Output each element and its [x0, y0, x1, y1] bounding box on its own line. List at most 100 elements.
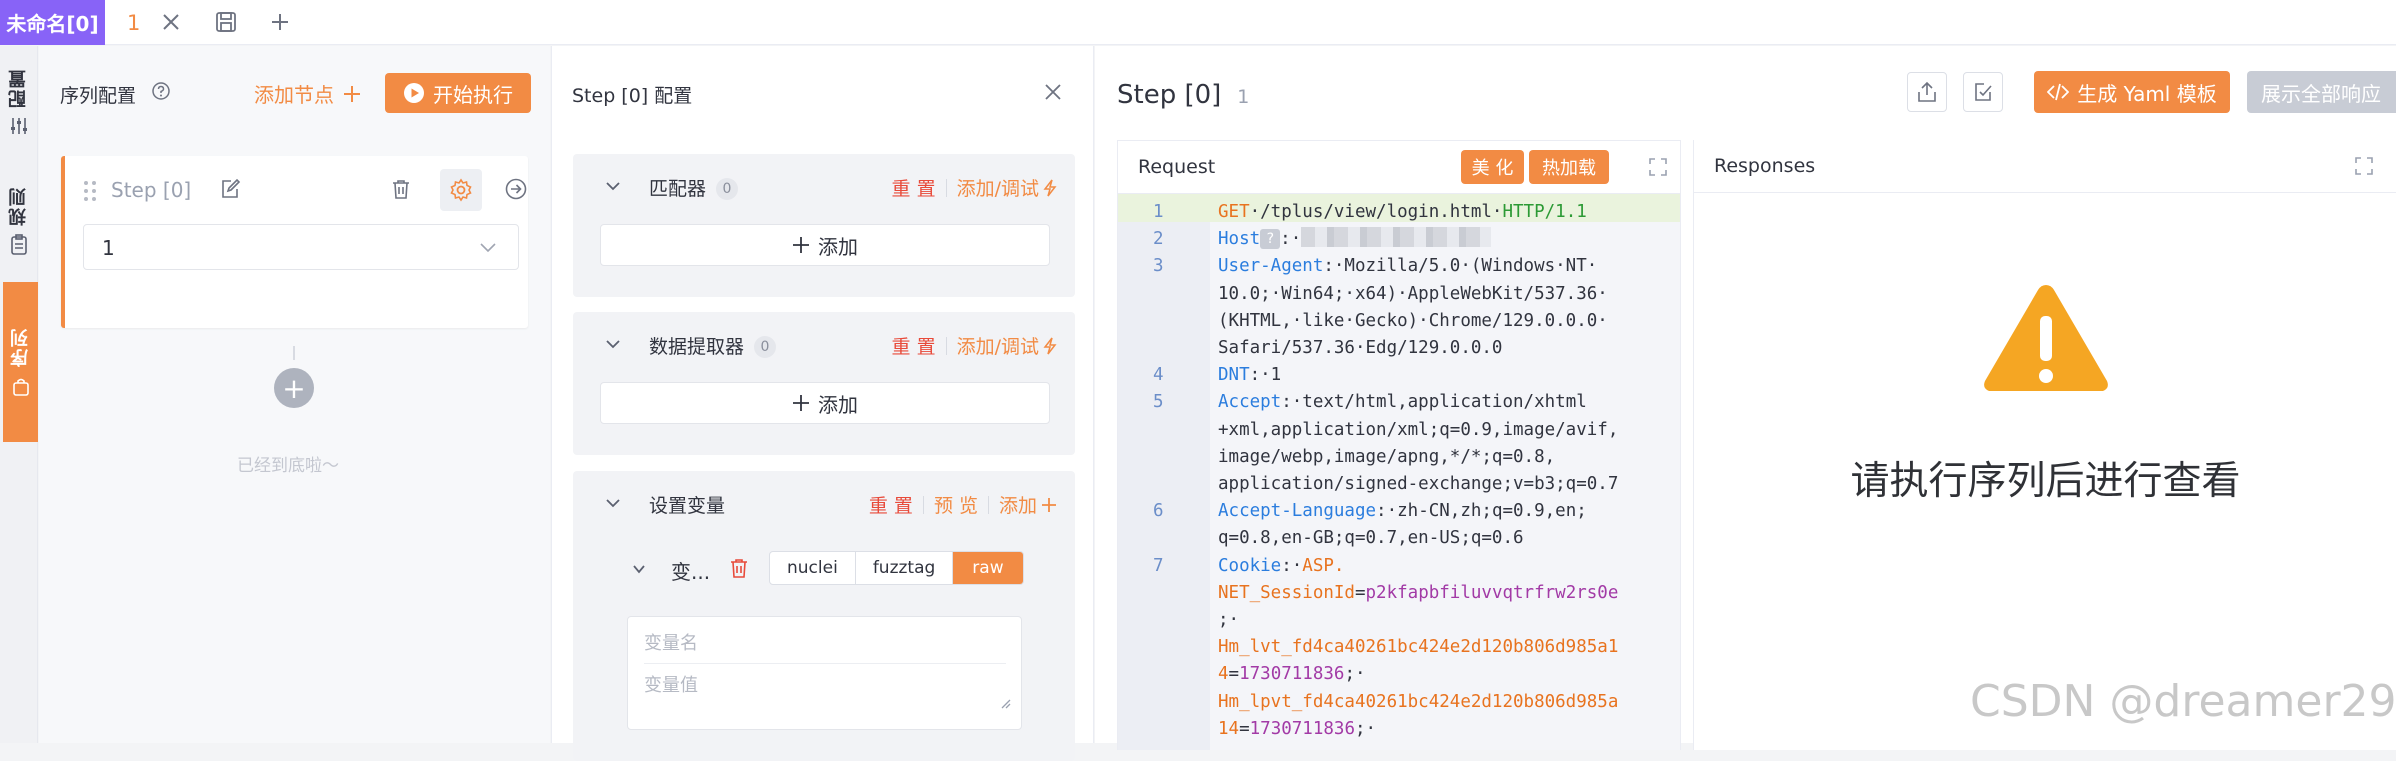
step-select-value: 1 — [102, 236, 115, 260]
matcher-section-header[interactable]: 匹配器 0 重 置 添加/调试 — [573, 154, 1075, 218]
chevron-down-icon[interactable] — [632, 562, 646, 576]
code-token: = — [1239, 718, 1250, 739]
code-token: Hm_lpvt_fd4ca40261bc424e2d120b806d985a — [1218, 691, 1619, 712]
variable-mode-switch: nuclei fuzztag raw — [769, 551, 1024, 585]
line-number: 2 — [1153, 229, 1164, 250]
line-number: 3 — [1153, 256, 1164, 277]
gear-icon[interactable] — [440, 169, 482, 211]
chevron-down-icon[interactable] — [605, 495, 621, 511]
extractor-debug-button[interactable]: 添加/调试 — [957, 332, 1057, 359]
chevron-down-icon[interactable] — [605, 178, 621, 194]
divider — [987, 495, 989, 514]
side-tab-sequence[interactable]: 序列 — [3, 282, 38, 442]
start-button[interactable]: 开始执行 — [385, 73, 531, 113]
matcher-add-button[interactable]: 添加 — [600, 224, 1050, 266]
code-token: HTTP/1.1 — [1502, 202, 1587, 222]
mode-raw[interactable]: raw — [953, 552, 1023, 584]
tab-active[interactable]: 1 — [105, 0, 198, 45]
mode-fuzztag[interactable]: fuzztag — [856, 552, 954, 584]
variable-value-input[interactable]: 变量值 — [644, 671, 698, 697]
request-header: Request 美 化 热加载 — [1118, 141, 1680, 194]
matcher-add-label: 添加 — [818, 234, 858, 259]
line-number: 1 — [1153, 202, 1164, 222]
extractor-actions: 重 置 添加/调试 — [892, 332, 1057, 359]
show-all-responses-button[interactable]: 展示全部响应 — [2247, 71, 2396, 113]
line-number: 7 — [1153, 555, 1164, 576]
step-card[interactable]: Step [0] 1 — [61, 156, 528, 328]
extractor-count: 0 — [754, 336, 777, 358]
matcher-reset-button[interactable]: 重 置 — [892, 174, 936, 201]
export-button[interactable] — [1907, 72, 1947, 112]
extractor-debug-label: 添加/调试 — [956, 336, 1039, 358]
tab-unnamed[interactable]: 未命名[0] — [0, 0, 105, 45]
drag-handle-icon[interactable] — [83, 180, 97, 202]
code-token: Cookie — [1218, 555, 1282, 576]
expand-icon[interactable] — [1648, 157, 1668, 177]
variables-add-label: 添加 — [998, 495, 1037, 517]
divider — [922, 495, 924, 514]
matcher-section: 匹配器 0 重 置 添加/调试 添加 — [573, 154, 1075, 297]
hotload-button[interactable]: 热加载 — [1529, 150, 1609, 184]
line-number: 5 — [1153, 392, 1164, 413]
matcher-actions: 重 置 添加/调试 — [892, 174, 1057, 201]
close-icon[interactable] — [1043, 82, 1063, 102]
code-text: Host?:· — [1218, 226, 1492, 253]
plus-icon — [793, 237, 809, 253]
code-token: = — [1228, 664, 1240, 685]
step-select[interactable]: 1 — [83, 224, 519, 270]
responses-empty-message: 请执行序列后进行查看 — [1850, 459, 2241, 504]
close-tab-icon[interactable] — [160, 11, 182, 33]
extractor-section-header[interactable]: 数据提取器 0 重 置 添加/调试 — [573, 312, 1075, 376]
step-detail-title: Step [0] 1 — [1117, 80, 1250, 110]
extractor-add-button[interactable]: 添加 — [600, 382, 1050, 424]
divider — [644, 663, 1006, 664]
extractor-reset-button[interactable]: 重 置 — [892, 332, 936, 359]
variable-name-input[interactable]: 变量名 — [644, 629, 698, 655]
code-text: Safari/537.36·Edg/129.0.0.0 — [1218, 335, 1502, 362]
generate-yaml-button[interactable]: 生成 Yaml 模板 — [2034, 71, 2230, 113]
code-token: Accept-Language — [1218, 501, 1377, 522]
extractor-section: 数据提取器 0 重 置 添加/调试 添加 — [573, 312, 1075, 455]
code-token: Accept — [1218, 392, 1282, 413]
step-config-panel: Step [0] 配置 匹配器 0 重 置 添加/调试 添加 数据提取器 0 重… — [551, 46, 1094, 761]
arrow-right-circle-icon[interactable] — [505, 178, 527, 200]
host-hint-icon: ? — [1260, 229, 1281, 250]
tab-bar: 未命名[0] 1 — [0, 0, 2396, 45]
save-icon[interactable] — [214, 10, 238, 34]
chevron-down-icon — [478, 237, 498, 257]
expand-icon[interactable] — [2354, 156, 2374, 176]
code-token: Hm_lvt_fd4ca40261bc424e2d120b806d985a1 — [1218, 637, 1619, 658]
line-gutter — [1118, 194, 1210, 750]
add-step-button[interactable]: + — [274, 368, 314, 408]
code-token: +xml,application/xml;q=0.9,image/avif, — [1218, 419, 1619, 440]
bag-icon — [11, 377, 31, 397]
side-tab-config[interactable]: 配置 — [0, 68, 38, 136]
add-node-label: 添加节点 — [254, 83, 334, 107]
delete-step-icon[interactable] — [390, 178, 412, 200]
code-text: Accept-Language:·zh-CN,zh;q=0.9,en; — [1218, 498, 1587, 525]
beautify-button[interactable]: 美 化 — [1461, 150, 1524, 184]
add-tab-icon[interactable] — [268, 10, 292, 34]
side-tab-config-label: 配置 — [8, 68, 29, 108]
chevron-down-icon[interactable] — [605, 336, 621, 352]
request-editor[interactable]: 1 GET·/tplus/view/login.html·HTTP/1.1 2 Hos… — [1118, 194, 1680, 750]
code-text: Accept:·text/html,application/xhtml — [1218, 389, 1587, 416]
plus-icon — [793, 395, 809, 411]
delete-variable-icon[interactable] — [728, 557, 750, 579]
resize-grip-icon[interactable] — [999, 697, 1011, 709]
variables-add-button[interactable]: 添加 — [999, 491, 1057, 518]
side-tab-rules[interactable]: 规则 — [0, 186, 38, 256]
matcher-debug-button[interactable]: 添加/调试 — [957, 174, 1057, 201]
add-node-button[interactable]: 添加节点 — [254, 79, 362, 108]
variables-preview-button[interactable]: 预 览 — [934, 491, 978, 518]
code-text: application/signed-exchange;v=b3;q=0.7 — [1218, 471, 1618, 498]
code-token: application/signed-exchange;v=b3;q=0.7 — [1218, 474, 1619, 494]
variables-reset-button[interactable]: 重 置 — [869, 491, 913, 518]
mode-nuclei[interactable]: nuclei — [770, 552, 856, 584]
help-icon[interactable] — [151, 81, 171, 101]
variables-section-header[interactable]: 设置变量 重 置 预 览 添加 — [573, 471, 1075, 535]
variable-input-box: 变量名 变量值 — [627, 616, 1022, 730]
check-edit-button[interactable] — [1963, 72, 2003, 112]
code-token: ;· — [1354, 718, 1377, 739]
edit-icon[interactable] — [219, 178, 241, 200]
